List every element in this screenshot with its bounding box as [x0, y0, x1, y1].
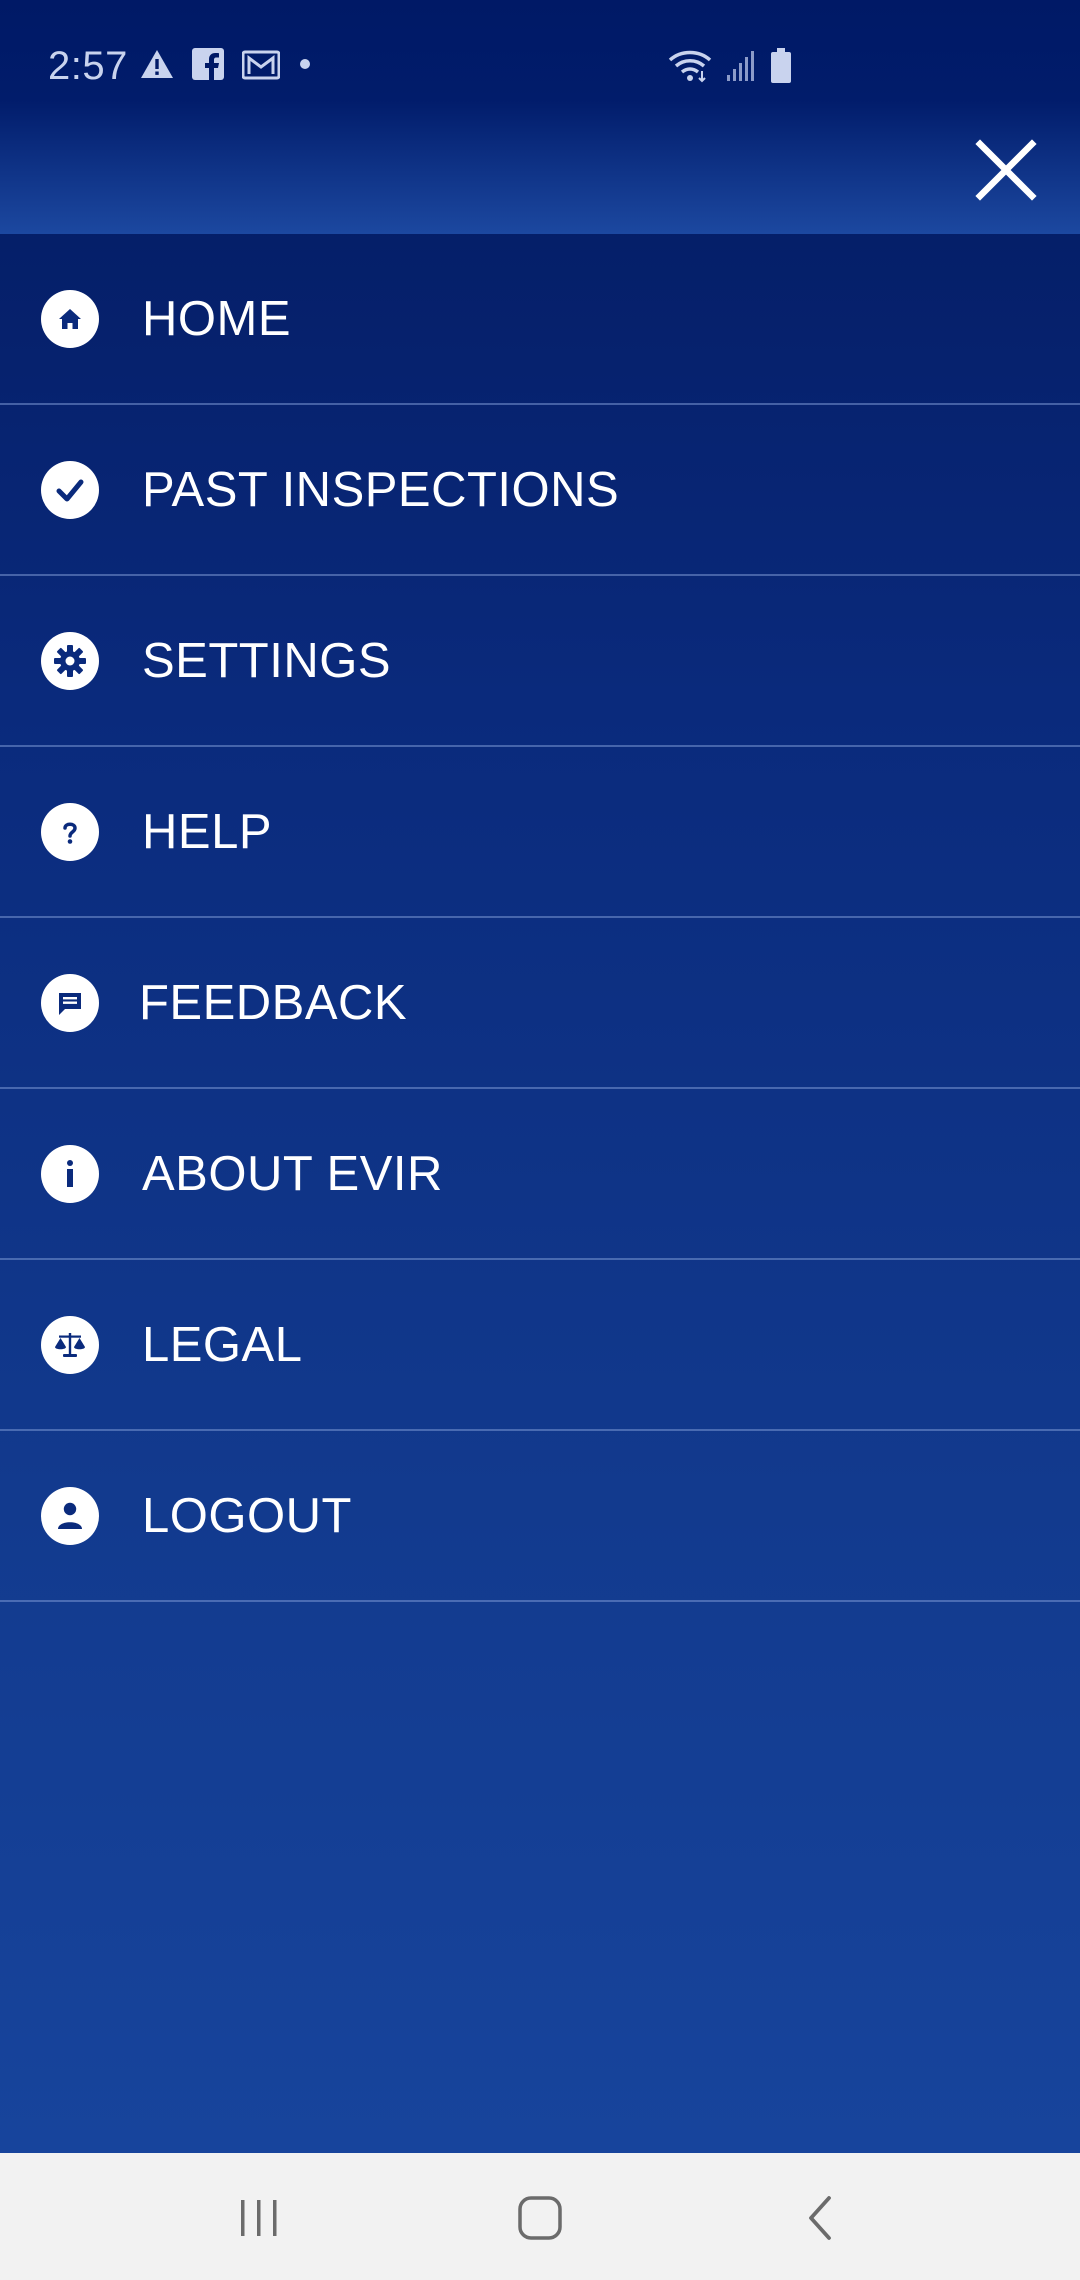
menu-label-about-evir: ABOUT EVIR [142, 1146, 443, 1201]
nav-drawer-menu: HOME PAST INSPECTIONS SETTINGS HELP FEED… [0, 234, 1080, 1602]
question-icon [41, 802, 99, 861]
menu-label-home: HOME [142, 291, 291, 346]
gear-icon [41, 631, 99, 690]
menu-item-logout[interactable]: LOGOUT [0, 1431, 1080, 1602]
signal-icon [726, 49, 756, 88]
menu-label-legal: LEGAL [142, 1317, 303, 1372]
chat-icon [41, 973, 99, 1032]
app-screen: 2:57 HOME PAST INSPECTIONS SETTINGS HELP… [0, 0, 1080, 2280]
battery-icon [770, 48, 792, 89]
status-icons-right [668, 48, 792, 89]
menu-label-feedback: FEEDBACK [139, 975, 408, 1030]
menu-label-past-inspections: PAST INSPECTIONS [142, 462, 620, 517]
notification-dot-icon [298, 57, 312, 76]
info-icon [41, 1144, 99, 1203]
warning-icon [140, 49, 174, 84]
back-button[interactable] [786, 2183, 856, 2253]
facebook-icon [192, 48, 224, 85]
status-time: 2:57 [48, 44, 128, 88]
recents-button[interactable] [224, 2183, 294, 2253]
menu-item-settings[interactable]: SETTINGS [0, 576, 1080, 747]
home-nav-button[interactable] [505, 2183, 575, 2253]
home-nav-icon [518, 2196, 562, 2240]
menu-label-settings: SETTINGS [142, 633, 392, 688]
user-icon [41, 1486, 99, 1545]
drawer-header [0, 0, 1080, 234]
menu-item-feedback[interactable]: FEEDBACK [0, 918, 1080, 1089]
menu-item-help[interactable]: HELP [0, 747, 1080, 918]
scale-icon [41, 1315, 99, 1374]
menu-label-logout: LOGOUT [142, 1488, 352, 1543]
wifi-icon [668, 49, 712, 88]
close-icon [975, 139, 1037, 201]
status-icons-left [140, 48, 312, 85]
menu-item-past-inspections[interactable]: PAST INSPECTIONS [0, 405, 1080, 576]
back-icon [809, 2196, 831, 2240]
menu-item-legal[interactable]: LEGAL [0, 1260, 1080, 1431]
home-icon [41, 289, 99, 348]
close-button[interactable] [972, 136, 1040, 204]
menu-item-about-evir[interactable]: ABOUT EVIR [0, 1089, 1080, 1260]
recents-icon [241, 2200, 277, 2236]
menu-label-help: HELP [142, 804, 273, 859]
system-nav-bar [0, 2153, 1080, 2280]
check-icon [41, 460, 99, 519]
gmail-icon [241, 48, 281, 85]
menu-item-home[interactable]: HOME [0, 234, 1080, 405]
